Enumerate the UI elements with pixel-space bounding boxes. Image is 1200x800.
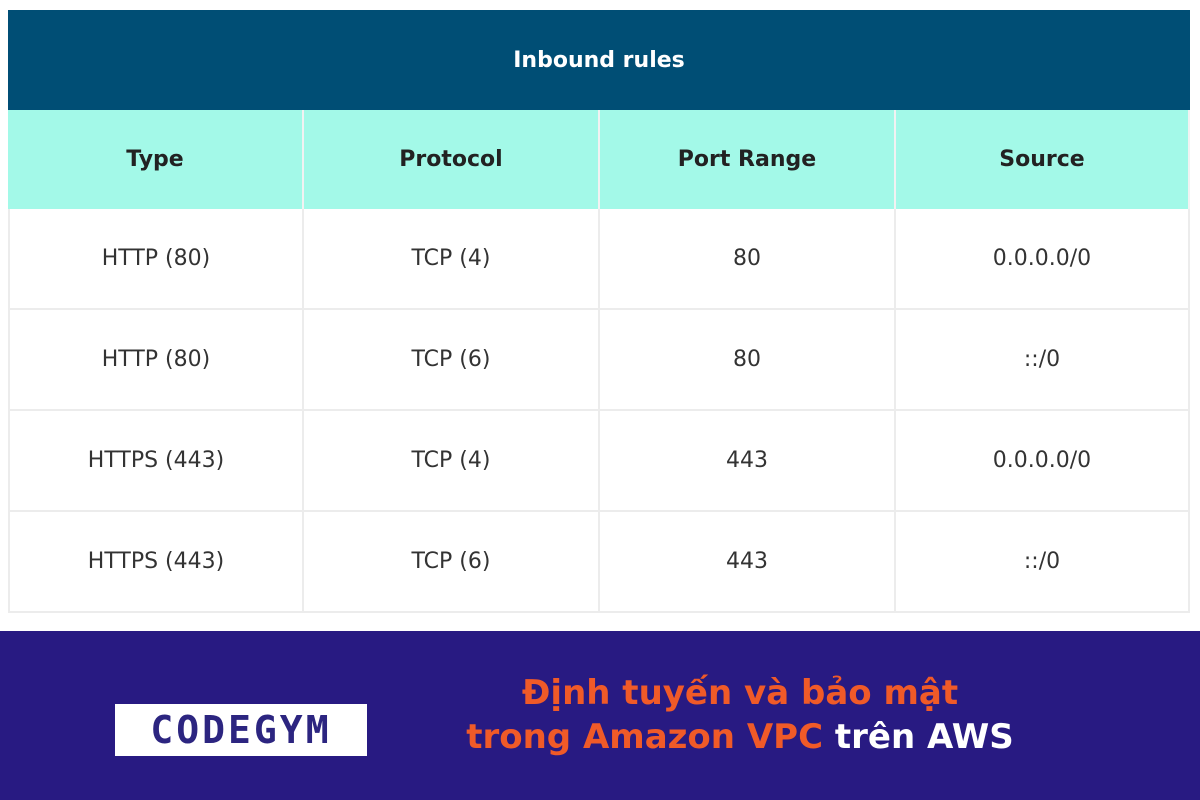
column-header-type: Type <box>8 110 304 209</box>
cell-protocol: TCP (4) <box>304 411 600 512</box>
inbound-rules-table: Inbound rules Type Protocol Port Range S… <box>8 10 1190 613</box>
headline-line-2-white: trên AWS <box>823 717 1014 757</box>
cell-protocol: TCP (4) <box>304 209 600 310</box>
cell-port-range: 443 <box>600 411 896 512</box>
cell-type: HTTPS (443) <box>8 411 304 512</box>
cell-source: 0.0.0.0/0 <box>896 209 1190 310</box>
footer-banner: CODEGYM Định tuyến và bảo mật trong Amaz… <box>0 631 1200 800</box>
cell-source: ::/0 <box>896 310 1190 411</box>
table-grid: Type Protocol Port Range Source HTTP (80… <box>8 110 1190 613</box>
cell-type: HTTP (80) <box>8 209 304 310</box>
cell-type: HTTP (80) <box>8 310 304 411</box>
table-title: Inbound rules <box>8 10 1190 110</box>
cell-protocol: TCP (6) <box>304 512 600 613</box>
cell-port-range: 443 <box>600 512 896 613</box>
logo-text: CODEGYM <box>150 708 332 752</box>
cell-port-range: 80 <box>600 209 896 310</box>
codegym-logo: CODEGYM <box>115 704 367 756</box>
cell-source: ::/0 <box>896 512 1190 613</box>
cell-type: HTTPS (443) <box>8 512 304 613</box>
headline: Định tuyến và bảo mật trong Amazon VPC t… <box>430 671 1050 759</box>
column-header-source: Source <box>896 110 1190 209</box>
headline-line-2: trong Amazon VPC trên AWS <box>430 715 1050 759</box>
column-header-port-range: Port Range <box>600 110 896 209</box>
cell-source: 0.0.0.0/0 <box>896 411 1190 512</box>
cell-protocol: TCP (6) <box>304 310 600 411</box>
column-header-protocol: Protocol <box>304 110 600 209</box>
headline-line-2-orange: trong Amazon VPC <box>466 717 824 757</box>
headline-line-1: Định tuyến và bảo mật <box>521 673 959 713</box>
cell-port-range: 80 <box>600 310 896 411</box>
